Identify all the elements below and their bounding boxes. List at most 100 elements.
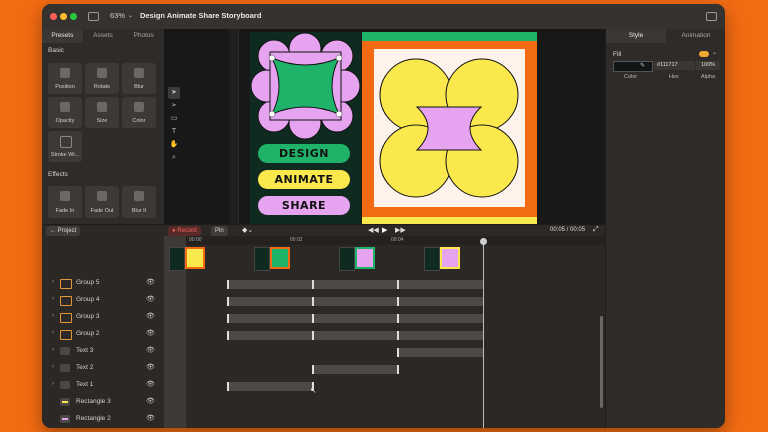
- eye-icon[interactable]: 👁: [146, 363, 155, 371]
- layer-row[interactable]: › Group 2 👁: [42, 327, 164, 341]
- expand-icon[interactable]: ⤢: [593, 226, 599, 234]
- record-button[interactable]: ● Record: [168, 226, 201, 236]
- preset-size[interactable]: Size: [85, 97, 119, 128]
- keyframe[interactable]: [312, 280, 314, 289]
- tab-animation[interactable]: Animation: [666, 29, 725, 43]
- keyframe[interactable]: [312, 314, 314, 323]
- track-bar[interactable]: [227, 297, 483, 306]
- sidebar-toggle-icon[interactable]: [88, 12, 99, 21]
- frame-thumbnail[interactable]: [355, 247, 375, 269]
- word-design[interactable]: DESIGN: [258, 144, 350, 163]
- eye-icon[interactable]: 👁: [146, 397, 155, 405]
- keyframe[interactable]: [397, 297, 399, 306]
- track-bar[interactable]: [227, 280, 483, 289]
- chevron-right-icon[interactable]: ›: [52, 313, 54, 319]
- pin-button[interactable]: Pin: [211, 226, 228, 236]
- layer-row[interactable]: › Group 5 👁: [42, 276, 164, 290]
- eye-icon[interactable]: 👁: [146, 329, 155, 337]
- eye-icon[interactable]: 👁: [146, 414, 155, 422]
- keyframe[interactable]: [227, 280, 229, 289]
- track-bar[interactable]: [227, 382, 313, 391]
- track-bar[interactable]: [312, 365, 398, 374]
- canvas-area[interactable]: ➤ ➢ ▭ T ✋ ⌕ DESIGN ANIMATE SHARE: [164, 29, 605, 224]
- fill-toggle[interactable]: [699, 51, 709, 57]
- keyframe[interactable]: [227, 382, 229, 391]
- keyframe[interactable]: [397, 331, 399, 340]
- keyframe[interactable]: [312, 365, 314, 374]
- preset-rotate[interactable]: Rotate: [85, 63, 119, 94]
- keyframe[interactable]: [227, 314, 229, 323]
- eye-icon[interactable]: 👁: [146, 278, 155, 286]
- preset-color[interactable]: Color: [122, 97, 156, 128]
- frame-thumbnail[interactable]: [424, 247, 440, 271]
- color-swatch[interactable]: [613, 61, 653, 72]
- preset-fade-out[interactable]: Fade Out: [85, 186, 119, 218]
- chevron-down-icon[interactable]: ⌄: [712, 49, 717, 56]
- close-window-button[interactable]: [50, 13, 57, 20]
- hex-field[interactable]: #111717: [654, 61, 695, 70]
- keyframe[interactable]: [397, 348, 399, 357]
- minimize-window-button[interactable]: [60, 13, 67, 20]
- zoom-tool-icon[interactable]: ⌕: [168, 152, 180, 164]
- track-bar[interactable]: [397, 348, 483, 357]
- text-tool-icon[interactable]: T: [168, 126, 180, 138]
- layer-row[interactable]: › Text 3 👁: [42, 344, 164, 358]
- vertical-scrollbar[interactable]: [600, 316, 603, 408]
- preset-blur[interactable]: Blur: [122, 63, 156, 94]
- layer-row[interactable]: › Text 2 👁: [42, 361, 164, 375]
- chevron-right-icon[interactable]: ›: [52, 347, 54, 353]
- tab-assets[interactable]: Assets: [83, 29, 124, 43]
- preset-position[interactable]: Position: [48, 63, 82, 94]
- chevron-down-icon[interactable]: ⌄: [128, 12, 133, 19]
- layer-row[interactable]: › Group 3 👁: [42, 310, 164, 324]
- tab-photos[interactable]: Photos: [123, 29, 164, 43]
- chevron-right-icon[interactable]: ›: [52, 296, 54, 302]
- word-share[interactable]: SHARE: [258, 196, 350, 215]
- playhead-handle[interactable]: [480, 238, 487, 245]
- play-button[interactable]: ▶: [382, 226, 387, 234]
- hand-tool-icon[interactable]: ✋: [168, 139, 180, 151]
- chevron-right-icon[interactable]: ›: [52, 364, 54, 370]
- rewind-button[interactable]: ◀◀: [368, 226, 379, 234]
- tab-presets[interactable]: Presets: [42, 29, 83, 43]
- tab-style[interactable]: Style: [606, 29, 666, 43]
- playhead-line[interactable]: [483, 242, 484, 428]
- eye-icon[interactable]: 👁: [146, 346, 155, 354]
- keyframe[interactable]: [397, 365, 399, 374]
- direct-select-tool-icon[interactable]: ➢: [168, 100, 180, 112]
- back-to-project-button[interactable]: ← Project: [46, 226, 81, 236]
- frame-thumbnail[interactable]: [440, 247, 460, 269]
- track-bar[interactable]: [227, 331, 483, 340]
- layer-row[interactable]: › Rectangle 2 👁: [42, 412, 164, 426]
- eye-icon[interactable]: 👁: [146, 312, 155, 320]
- artboard-right[interactable]: [362, 32, 537, 224]
- frame-thumbnail[interactable]: [270, 247, 290, 269]
- eye-icon[interactable]: 👁: [146, 295, 155, 303]
- frame-thumbnail[interactable]: [254, 247, 270, 271]
- chevron-right-icon[interactable]: ›: [52, 330, 54, 336]
- preset-blur-it[interactable]: Blur It: [122, 186, 156, 218]
- keyframe[interactable]: [397, 314, 399, 323]
- eyedropper-icon[interactable]: ✎: [640, 62, 645, 69]
- artboard-left[interactable]: DESIGN ANIMATE SHARE: [250, 32, 361, 224]
- preset-fade-in[interactable]: Fade In: [48, 186, 82, 218]
- layer-row[interactable]: › Text 1 👁: [42, 378, 164, 392]
- frame-thumbnail[interactable]: [185, 247, 205, 269]
- eye-icon[interactable]: 👁: [146, 380, 155, 388]
- keyframe-menu-icon[interactable]: ◆⌄: [242, 226, 253, 234]
- keyframe[interactable]: [227, 297, 229, 306]
- frame-thumbnail[interactable]: [169, 247, 185, 271]
- chevron-right-icon[interactable]: ›: [52, 279, 54, 285]
- keyframe[interactable]: [397, 280, 399, 289]
- word-animate[interactable]: ANIMATE: [258, 170, 350, 189]
- alpha-field[interactable]: 100%: [696, 61, 720, 70]
- frame-thumbnail[interactable]: [339, 247, 355, 271]
- zoom-level[interactable]: 63%: [110, 11, 125, 20]
- layer-row[interactable]: › Rectangle 3 👁: [42, 395, 164, 409]
- inspector-toggle-icon[interactable]: [706, 12, 717, 21]
- keyframe[interactable]: [312, 297, 314, 306]
- chevron-right-icon[interactable]: ›: [52, 381, 54, 387]
- rectangle-tool-icon[interactable]: ▭: [168, 113, 180, 125]
- keyframe[interactable]: [227, 331, 229, 340]
- track-bar[interactable]: [227, 314, 483, 323]
